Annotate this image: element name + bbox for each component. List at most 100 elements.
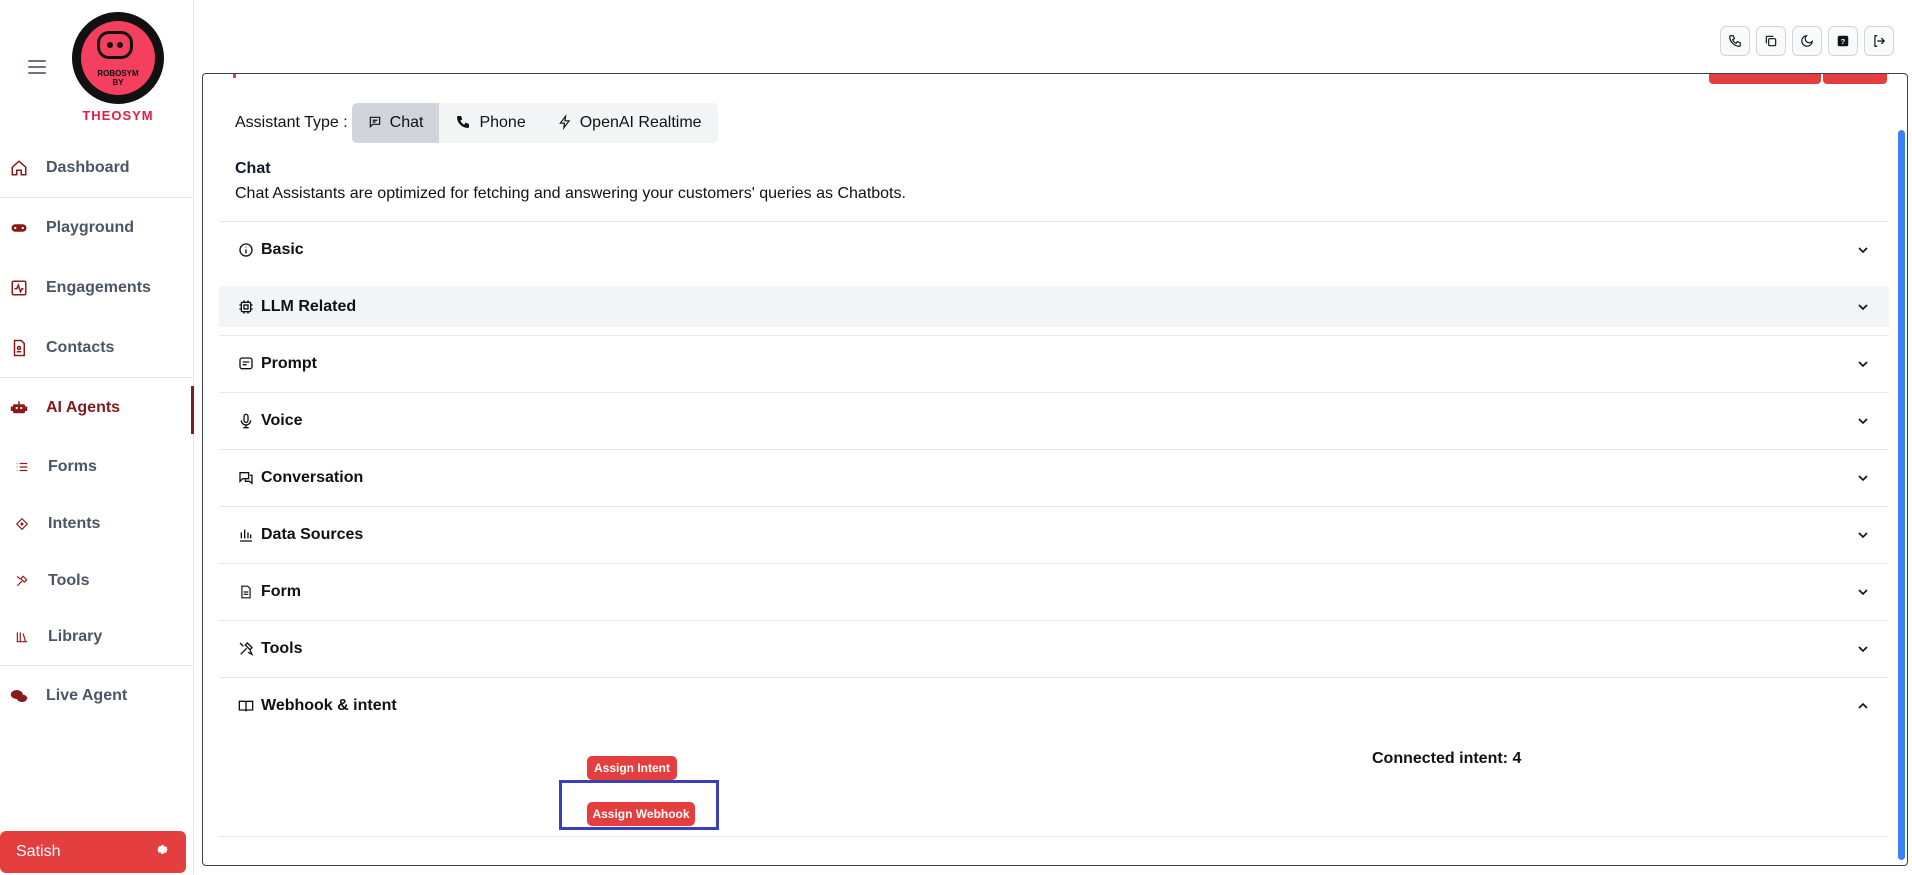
activity-icon: [8, 277, 30, 299]
gear-icon[interactable]: [155, 842, 170, 862]
connected-intent-count: Connected intent: 4: [1372, 750, 1522, 767]
app-root: ROBOSYM BY THEOSYM Dashboard Playground: [0, 0, 1912, 875]
logo-line2: BY: [112, 78, 124, 87]
robot-icon: [8, 397, 30, 419]
chevron-up-icon: [1858, 702, 1868, 709]
logo: ROBOSYM BY THEOSYM: [68, 10, 168, 123]
sidebar-item-tools[interactable]: Tools: [0, 552, 194, 609]
sidebar-item-label: Tools: [48, 571, 90, 589]
section-llm-related[interactable]: LLM Related: [219, 286, 1889, 327]
copy-icon[interactable]: [1756, 26, 1786, 56]
logo-badge: ROBOSYM BY: [72, 12, 164, 104]
file-icon: [237, 583, 255, 601]
section-basic[interactable]: Basic: [219, 221, 1889, 278]
book-icon: [237, 697, 255, 715]
sidebar-nav: Dashboard Playground Engagements Contact…: [0, 138, 194, 726]
sidebar-item-live-agent[interactable]: Live Agent: [0, 666, 194, 726]
type-phone-button[interactable]: Phone: [439, 103, 541, 143]
type-openai-realtime-button[interactable]: OpenAI Realtime: [542, 103, 718, 143]
chip-icon: [237, 298, 255, 316]
assistant-editor-card: Assistant Type : Chat Phone OpenAI Realt…: [202, 73, 1908, 866]
section-form[interactable]: Form: [219, 563, 1889, 620]
help-icon[interactable]: ?: [1828, 26, 1858, 56]
phone-icon[interactable]: [1720, 26, 1750, 56]
chat-icon: [368, 115, 382, 132]
webhook-intent-panel: Assign Intent Assign Webhook: [219, 732, 1889, 837]
chat-bubbles-icon: [8, 685, 30, 707]
sidebar-item-ai-agents[interactable]: AI Agents: [0, 378, 194, 438]
assistant-type-toggle: Chat Phone OpenAI Realtime: [351, 103, 718, 143]
user-menu-button[interactable]: Satish: [0, 831, 186, 873]
assign-webhook-button[interactable]: Assign Webhook: [587, 802, 695, 826]
scrollbar[interactable]: [1895, 74, 1907, 865]
contact-card-icon: [8, 337, 30, 359]
type-openai-realtime-label: OpenAI Realtime: [579, 114, 702, 131]
list-icon: [14, 459, 30, 475]
sidebar-item-contacts[interactable]: Contacts: [0, 318, 194, 378]
section-prompt[interactable]: Prompt: [219, 335, 1889, 392]
sidebar-item-dashboard[interactable]: Dashboard: [0, 138, 194, 198]
assistant-desc-text: Chat Assistants are optimized for fetchi…: [235, 185, 906, 202]
section-label: Tools: [261, 640, 303, 657]
tools-icon: [237, 640, 255, 658]
sidebar-item-playground[interactable]: Playground: [0, 198, 194, 258]
assistant-type-row: Assistant Type : Chat Phone OpenAI Realt…: [235, 103, 718, 143]
assistant-desc-title: Chat: [235, 160, 271, 177]
library-icon: [14, 629, 30, 645]
chevron-down-icon: [1858, 247, 1868, 254]
svg-text:?: ?: [1841, 37, 1846, 46]
sidebar-item-library[interactable]: Library: [0, 609, 194, 666]
section-label: Voice: [261, 412, 303, 429]
robot-face-icon: [97, 31, 133, 59]
sidebar-item-label: Live Agent: [46, 687, 128, 704]
section-conversation[interactable]: Conversation: [219, 449, 1889, 506]
sidebar-item-label: Contacts: [46, 338, 115, 356]
type-chat-button[interactable]: Chat: [351, 103, 440, 143]
sidebar: ROBOSYM BY THEOSYM Dashboard Playground: [0, 0, 194, 875]
chevron-down-icon: [1858, 646, 1868, 653]
type-chat-label: Chat: [389, 114, 424, 131]
chevron-down-icon: [1858, 589, 1868, 596]
sidebar-item-forms[interactable]: Forms: [0, 438, 194, 495]
home-icon: [8, 157, 30, 179]
chevron-down-icon: [1858, 361, 1868, 368]
message-square-icon: [237, 355, 255, 373]
sidebar-item-intents[interactable]: Intents: [0, 495, 194, 552]
section-label: Data Sources: [261, 526, 364, 543]
section-label: Conversation: [261, 469, 364, 486]
header-save-button[interactable]: [1823, 74, 1887, 84]
sidebar-item-label: Dashboard: [46, 158, 130, 176]
info-icon: [237, 241, 255, 259]
section-webhook-intent[interactable]: Webhook & intent: [219, 677, 1889, 734]
gamepad-icon: [8, 217, 30, 239]
section-voice[interactable]: Voice: [219, 392, 1889, 449]
settings-accordion: Basic LLM Related Prompt Voice Conversat…: [219, 221, 1889, 734]
type-phone-label: Phone: [479, 114, 526, 131]
bank-icon: [237, 526, 255, 544]
microphone-icon: [237, 412, 255, 430]
sidebar-item-label: Library: [48, 628, 103, 645]
moon-icon[interactable]: [1792, 26, 1822, 56]
sidebar-item-label: Forms: [48, 457, 97, 475]
section-label: Webhook & intent: [261, 697, 397, 714]
chevron-down-icon: [1858, 418, 1868, 425]
logo-brand: THEOSYM: [82, 108, 154, 123]
chevron-down-icon: [1858, 303, 1868, 310]
section-label: LLM Related: [261, 297, 357, 315]
assign-intent-button[interactable]: Assign Intent: [587, 756, 677, 780]
menu-icon[interactable]: [28, 60, 46, 74]
logout-icon[interactable]: [1864, 26, 1894, 56]
chevron-down-icon: [1858, 532, 1868, 539]
logo-line1: ROBOSYM: [97, 69, 139, 78]
sidebar-item-label: Engagements: [46, 279, 151, 296]
section-tools[interactable]: Tools: [219, 620, 1889, 677]
section-label: Form: [261, 583, 301, 600]
top-toolbar: ?: [1720, 26, 1894, 56]
section-data-sources[interactable]: Data Sources: [219, 506, 1889, 563]
scrollbar-thumb[interactable]: [1898, 130, 1905, 860]
header-action-button[interactable]: [1709, 74, 1821, 84]
phone-icon: [455, 114, 471, 133]
section-label: Prompt: [261, 355, 317, 372]
sidebar-item-engagements[interactable]: Engagements: [0, 258, 194, 318]
diamond-icon: [14, 516, 30, 532]
